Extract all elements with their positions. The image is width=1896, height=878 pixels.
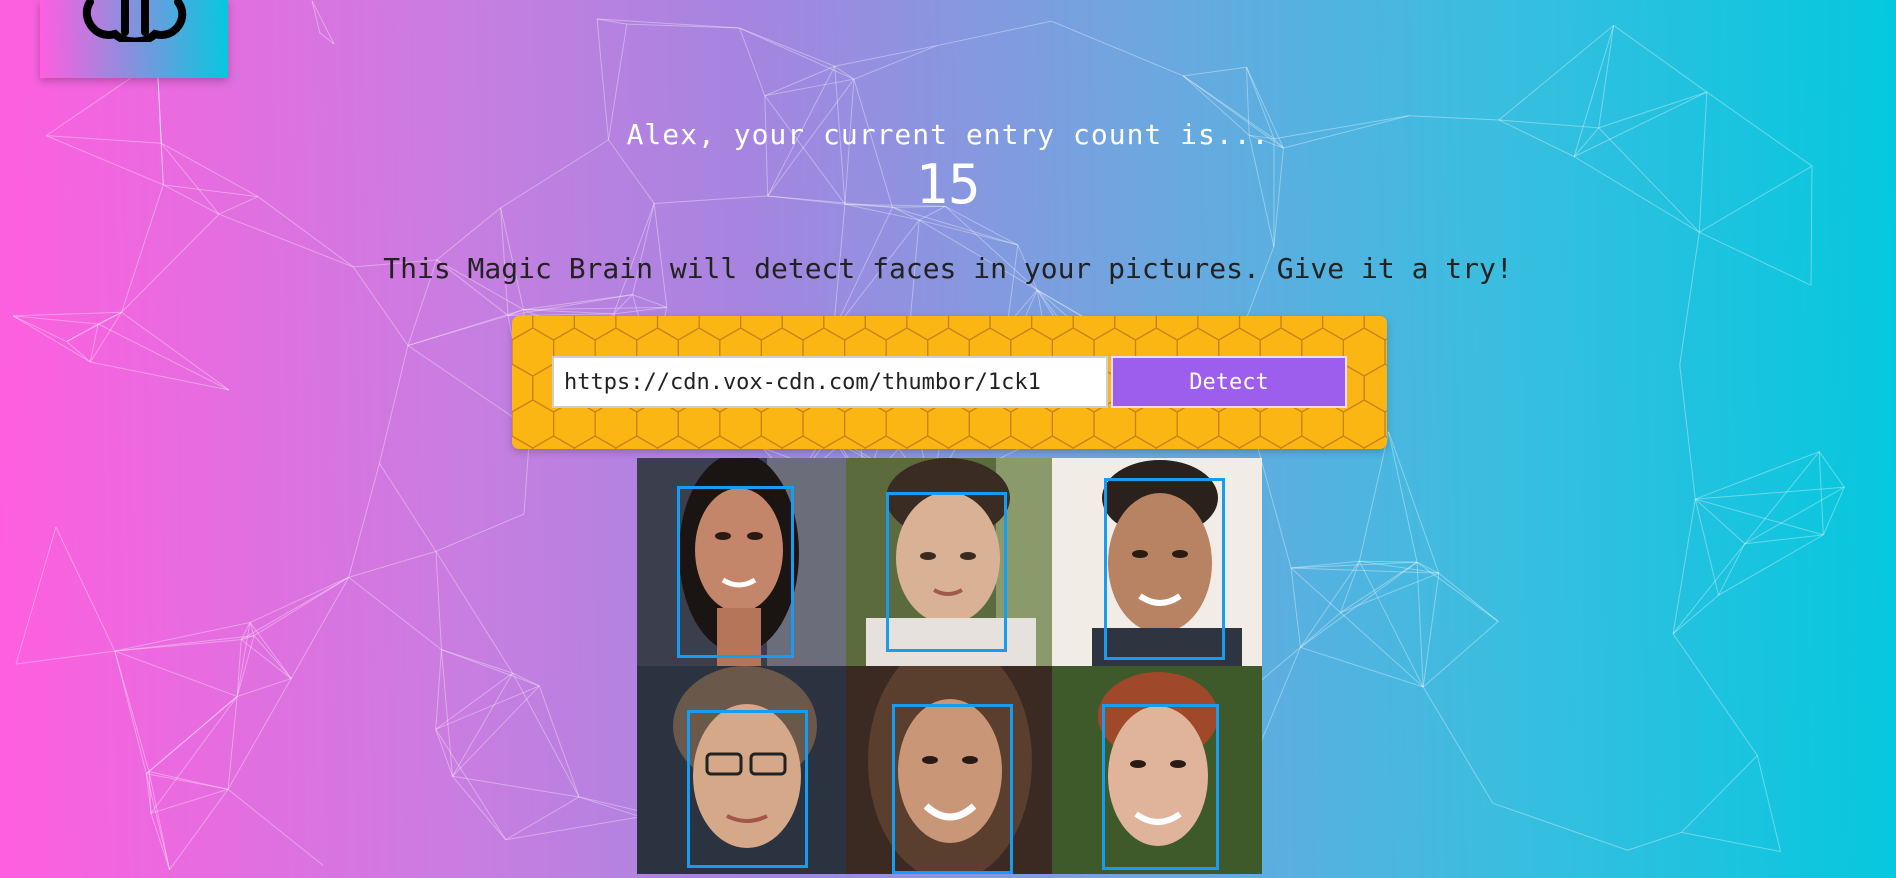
entry-count-value: 15 [915,153,981,216]
image-url-form: Detect [512,316,1387,449]
face-tile [1052,666,1262,874]
face-tile [637,666,846,874]
entry-count-greeting: Alex, your current entry count is... [626,118,1270,151]
face-bounding-box [687,710,808,868]
detect-button[interactable]: Detect [1111,356,1347,408]
face-bounding-box [1102,704,1219,870]
face-bounding-box [892,704,1013,874]
face-bounding-box [677,486,794,658]
face-tile [846,666,1052,874]
face-tile [846,458,1052,666]
logo-card[interactable] [40,0,228,78]
face-tile [637,458,846,666]
brain-logo-icon [82,0,187,42]
face-tile [1052,458,1262,666]
face-detection-image [637,458,1262,874]
face-bounding-box [886,492,1007,652]
page-tagline: This Magic Brain will detect faces in yo… [383,252,1513,285]
face-bounding-box [1104,478,1225,660]
image-url-input[interactable] [552,356,1108,408]
